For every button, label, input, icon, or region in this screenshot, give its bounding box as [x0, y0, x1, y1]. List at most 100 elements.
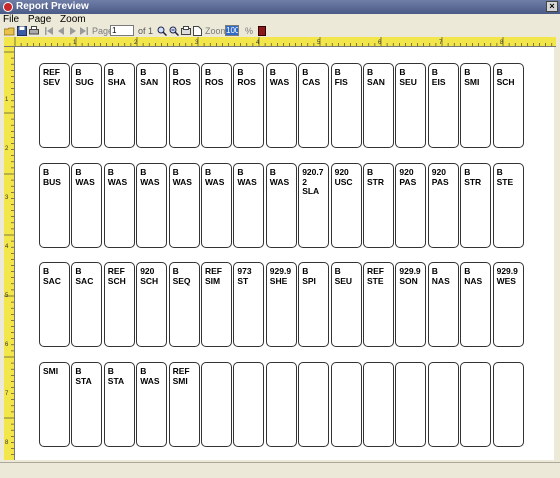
ruler-number: 4 — [256, 40, 260, 46]
label-card: 929.9 SON — [395, 262, 427, 347]
label-card: B WAS — [136, 163, 168, 248]
label-card: B STA — [71, 362, 103, 447]
label-card: B SCH — [492, 63, 524, 148]
vertical-ruler: 12345678 — [4, 47, 15, 460]
ruler-number: 3 — [195, 40, 199, 46]
ruler-number: 2 — [5, 146, 9, 152]
status-bar — [0, 462, 560, 478]
next-page-icon[interactable] — [69, 26, 77, 36]
empty-label-card — [492, 362, 524, 447]
save-icon[interactable] — [17, 26, 27, 36]
empty-label-card — [363, 362, 394, 447]
label-card: B CAS — [298, 63, 330, 148]
empty-label-card — [201, 362, 232, 447]
ruler-number: 1 — [73, 40, 77, 46]
last-page-icon[interactable] — [79, 26, 88, 36]
label-card: SMI — [39, 362, 70, 447]
ruler-number: 6 — [378, 40, 382, 46]
label-card: 920 PAS — [395, 163, 427, 248]
label-card: REF SMI — [168, 362, 200, 447]
label-card: 973 ST — [233, 262, 265, 347]
label-card: B WAS — [71, 163, 103, 248]
label-card: REF SEV — [39, 63, 70, 148]
report-page: REF SEV B SUG B SHA B SAN B ROS B ROS B ROS B W… — [15, 47, 554, 460]
label-card: 929.9 WES — [492, 262, 524, 347]
label-card: B SAN — [363, 63, 394, 148]
label-card: REF SIM — [201, 262, 232, 347]
label-card: B SUG — [71, 63, 103, 148]
previous-page-icon[interactable] — [57, 26, 65, 36]
label-card: 920 PAS — [427, 163, 459, 248]
zoom-input[interactable]: 100 — [225, 25, 239, 36]
open-folder-icon[interactable] — [4, 26, 15, 36]
label-card: B STA — [103, 362, 135, 447]
app-icon — [3, 2, 13, 12]
label-card: B SMI — [460, 63, 492, 148]
label-card: B WAS — [265, 63, 297, 148]
label-card: B WAS — [103, 163, 135, 248]
label-card: B SEQ — [168, 262, 200, 347]
label-card: B BUS — [39, 163, 70, 248]
title-bar: Report Preview × — [0, 0, 560, 14]
zoom-in-icon[interactable] — [157, 26, 167, 36]
label-card: B WAS — [168, 163, 200, 248]
window-title: Report Preview — [16, 1, 89, 12]
menu-file[interactable]: File — [0, 14, 22, 25]
ruler-number: 5 — [317, 40, 321, 46]
ruler-number: 6 — [5, 342, 9, 348]
print-icon[interactable] — [29, 26, 39, 36]
page-number-input[interactable]: 1 — [110, 25, 134, 36]
percent-label: % — [245, 26, 254, 36]
label-card: 929.9 SHE — [265, 262, 297, 347]
label-card: B NAS — [427, 262, 459, 347]
close-button[interactable]: × — [546, 1, 558, 12]
exit-icon[interactable] — [258, 26, 266, 36]
label-card: B SAC — [39, 262, 70, 347]
empty-label-card — [233, 362, 265, 447]
empty-label-card — [330, 362, 362, 447]
empty-label-card — [395, 362, 427, 447]
menu-page[interactable]: Page — [25, 14, 54, 25]
label-card: B SHA — [103, 63, 135, 148]
menu-bar: File Page Zoom — [0, 14, 560, 25]
label-card: B SPI — [298, 262, 330, 347]
first-page-icon[interactable] — [45, 26, 54, 36]
label-card: B STE — [492, 163, 524, 248]
empty-label-card — [298, 362, 330, 447]
label-card: B ROS — [201, 63, 232, 148]
label-card: B WAS — [201, 163, 232, 248]
label-card: B EIS — [427, 63, 459, 148]
ruler-number: 3 — [5, 195, 9, 201]
ruler-number: 7 — [439, 40, 443, 46]
label-card: 920 USC — [330, 163, 362, 248]
ruler-number: 2 — [134, 40, 138, 46]
label-card: B SAC — [71, 262, 103, 347]
label-card: REF STE — [363, 262, 394, 347]
zoom-out-icon[interactable] — [169, 26, 179, 36]
label-card: B STR — [460, 163, 492, 248]
label-card: B WAS — [233, 163, 265, 248]
menu-zoom[interactable]: Zoom — [57, 14, 89, 25]
label-card: B FIS — [330, 63, 362, 148]
label-card: 920 SCH — [136, 262, 168, 347]
ruler-number: 8 — [500, 40, 504, 46]
label-card: B SAN — [136, 63, 168, 148]
ruler-number: 1 — [5, 97, 9, 103]
label-card: B STR — [363, 163, 394, 248]
label-card: B WAS — [265, 163, 297, 248]
empty-label-card — [460, 362, 492, 447]
toolbar: Page 1 of 1 Zoom 100 % — [0, 25, 560, 37]
label-card: B ROS — [168, 63, 200, 148]
document-icon[interactable] — [193, 26, 202, 36]
ruler-number: 8 — [5, 440, 9, 446]
label-card: 920.7 2 SLA — [298, 163, 330, 248]
empty-label-card — [265, 362, 297, 447]
horizontal-ruler: 12345678910 — [4, 37, 556, 47]
label-card: B ROS — [233, 63, 265, 148]
page-count-label: of 1 — [138, 26, 154, 36]
label-card: REF SCH — [103, 262, 135, 347]
label-card: B WAS — [136, 362, 168, 447]
label-card: B SEU — [330, 262, 362, 347]
page-setup-icon[interactable] — [181, 26, 191, 36]
label-card: B SEU — [395, 63, 427, 148]
